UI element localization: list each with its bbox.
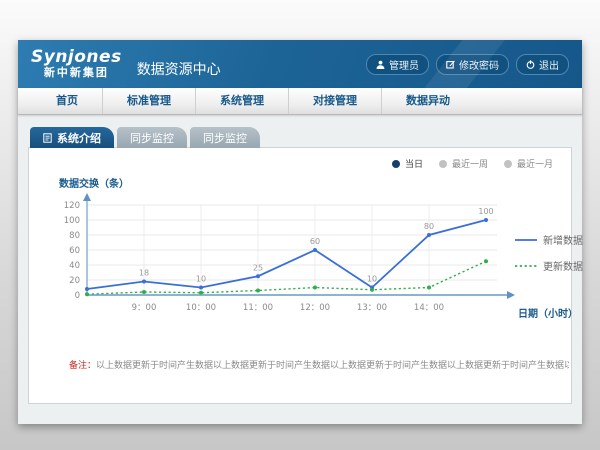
nav-item-data-change[interactable]: 数据异动: [382, 88, 474, 114]
svg-text:10：00: 10：00: [186, 303, 216, 313]
svg-text:100: 100: [478, 207, 493, 216]
svg-text:13：00: 13：00: [357, 303, 387, 313]
filter-label: 当日: [405, 157, 423, 170]
filter-option-last-week[interactable]: 最近一周: [439, 157, 488, 170]
footnote: 备注：以上数据更新于时间产生数据以上数据更新于时间产生数据以上数据更新于时间产生…: [69, 358, 569, 371]
solid-line-icon: [515, 237, 537, 243]
radio-icon: [504, 160, 512, 168]
nav-item-integration-management[interactable]: 对接管理: [289, 88, 382, 114]
radio-icon: [392, 160, 400, 168]
svg-text:25: 25: [253, 263, 263, 272]
filter-option-today[interactable]: 当日: [392, 157, 423, 170]
nav-item-system-management[interactable]: 系统管理: [196, 88, 289, 114]
svg-text:120: 120: [64, 201, 80, 211]
chart-x-axis-label: 日期（小时）: [518, 305, 578, 320]
svg-text:18: 18: [139, 269, 149, 278]
tab-system-intro[interactable]: 系统介绍: [30, 127, 114, 148]
dotted-line-icon: [515, 263, 537, 269]
admin-button[interactable]: 管理员: [366, 54, 429, 75]
svg-text:40: 40: [69, 261, 80, 271]
svg-text:10: 10: [196, 275, 206, 284]
logo-brand-text: Synjones: [31, 48, 122, 68]
svg-text:20: 20: [69, 276, 80, 286]
user-icon: [376, 60, 385, 69]
chart-panel: 当日 最近一周 最近一月 数据交换（条） 0 20 40 60 80 100 120 9：00…: [28, 147, 572, 404]
document-icon: [43, 133, 52, 143]
svg-text:9：00: 9：00: [132, 303, 157, 313]
svg-text:60: 60: [310, 237, 320, 246]
tab-label: 同步监控: [203, 130, 247, 146]
tab-bar: 系统介绍 同步监控 同步监控: [30, 127, 582, 148]
svg-text:11：00: 11：00: [243, 303, 273, 313]
tab-label: 系统介绍: [57, 130, 101, 146]
desktop-background: Synjones 新中新集团 数据资源中心 管理员 修改密码: [0, 0, 600, 450]
svg-text:80: 80: [424, 222, 434, 231]
radio-icon: [439, 160, 447, 168]
change-password-button[interactable]: 修改密码: [436, 54, 509, 75]
logout-button-label: 退出: [539, 57, 559, 72]
app-title: 数据资源中心: [137, 59, 221, 79]
power-icon: [526, 60, 535, 69]
filter-label: 最近一周: [452, 157, 488, 170]
logout-button[interactable]: 退出: [516, 54, 569, 75]
svg-text:0: 0: [75, 291, 80, 301]
filter-option-last-month[interactable]: 最近一月: [504, 157, 553, 170]
legend-label: 新增数据: [543, 232, 583, 247]
app-window: Synjones 新中新集团 数据资源中心 管理员 修改密码: [18, 40, 582, 424]
app-header: Synjones 新中新集团 数据资源中心 管理员 修改密码: [18, 40, 582, 88]
main-nav: 首页 标准管理 系统管理 对接管理 数据异动: [18, 88, 582, 115]
svg-text:12：00: 12：00: [300, 303, 330, 313]
svg-text:100: 100: [64, 216, 80, 226]
svg-text:10: 10: [367, 275, 377, 284]
brand-logo: Synjones 新中新集团: [31, 48, 122, 80]
legend-item[interactable]: 新增数据: [515, 232, 583, 247]
tab-label: 同步监控: [130, 130, 174, 146]
footnote-text: 以上数据更新于时间产生数据以上数据更新于时间产生数据以上数据更新于时间产生数据以…: [96, 361, 569, 371]
edit-icon: [446, 60, 455, 69]
legend-item[interactable]: 更新数据: [515, 258, 583, 273]
line-chart: 0 20 40 60 80 100 120 9：00 10：00 11：00 12：00 13：00 1…: [47, 190, 517, 330]
chart-legend: 新增数据更新数据: [515, 232, 583, 273]
admin-button-label: 管理员: [389, 57, 419, 72]
tab-sync-monitor-1[interactable]: 同步监控: [117, 127, 187, 148]
logo-company-text: 新中新集团: [31, 67, 122, 80]
nav-item-standard-management[interactable]: 标准管理: [103, 88, 196, 114]
svg-text:14：00: 14：00: [414, 303, 444, 313]
svg-text:80: 80: [69, 231, 80, 241]
content-area: 系统介绍 同步监控 同步监控 当日 最近一周: [18, 115, 582, 424]
legend-label: 更新数据: [543, 258, 583, 273]
svg-text:60: 60: [69, 246, 80, 256]
tab-sync-monitor-2[interactable]: 同步监控: [190, 127, 260, 148]
footnote-prefix: 备注：: [69, 361, 96, 371]
nav-item-home[interactable]: 首页: [32, 88, 103, 114]
time-range-filters: 当日 最近一周 最近一月: [392, 157, 553, 170]
chart-y-axis-label: 数据交换（条）: [59, 175, 129, 190]
filter-label: 最近一月: [517, 157, 553, 170]
header-actions: 管理员 修改密码 退出: [366, 54, 569, 75]
change-password-button-label: 修改密码: [459, 57, 499, 72]
